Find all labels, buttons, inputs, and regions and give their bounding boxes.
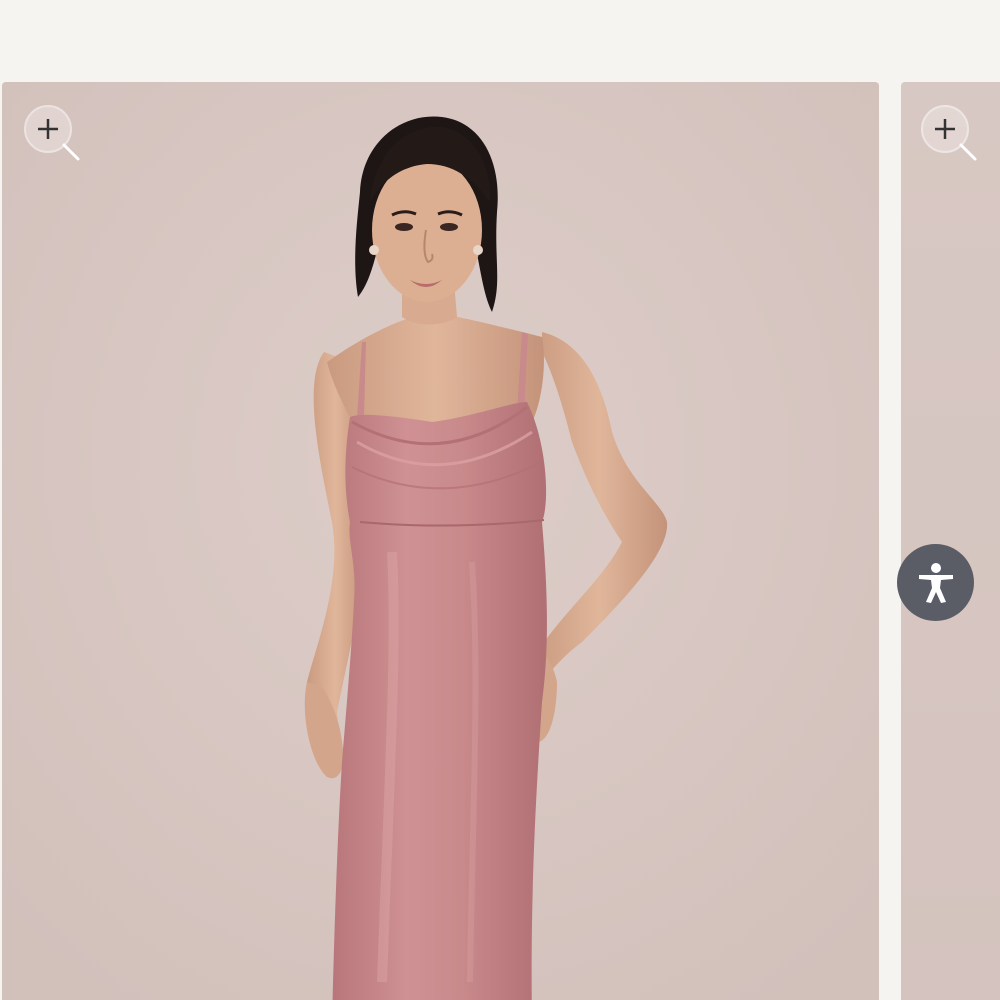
model-eye-right [440,223,458,231]
product-photo[interactable] [2,82,879,1000]
model-face [372,158,482,302]
accessibility-button[interactable] [897,544,974,621]
zoom-in-icon [921,105,977,161]
dress-body [332,402,547,1000]
zoom-button[interactable] [22,103,82,163]
gallery-slide-main[interactable] [2,82,879,1000]
gallery-slide-next[interactable] [901,82,1000,1000]
model-eye-left [395,223,413,231]
zoom-in-icon [24,105,80,161]
zoom-button[interactable] [919,103,979,163]
accessibility-person-icon [918,562,953,603]
product-page [0,0,1000,1000]
header-bar [0,0,1000,80]
product-image-gallery [0,80,1000,1000]
